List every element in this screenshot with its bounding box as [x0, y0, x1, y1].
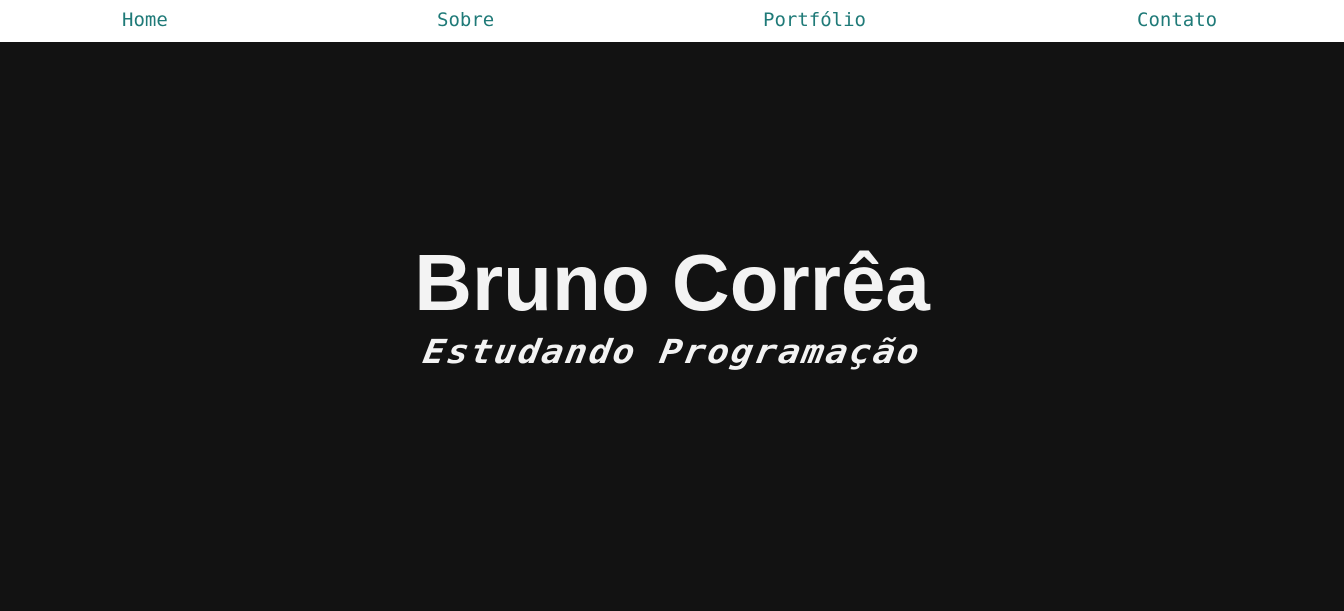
hero-section: Bruno Corrêa Estudando Programação — [0, 42, 1344, 611]
top-navbar: Home Sobre Portfólio Contato — [0, 0, 1344, 42]
nav-link-sobre[interactable]: Sobre — [437, 0, 494, 42]
hero-subtitle: Estudando Programação — [420, 333, 924, 372]
nav-link-home[interactable]: Home — [122, 0, 168, 42]
nav-link-contato[interactable]: Contato — [1137, 0, 1217, 42]
hero-name: Bruno Corrêa — [414, 238, 930, 327]
nav-link-portfolio[interactable]: Portfólio — [763, 0, 866, 42]
